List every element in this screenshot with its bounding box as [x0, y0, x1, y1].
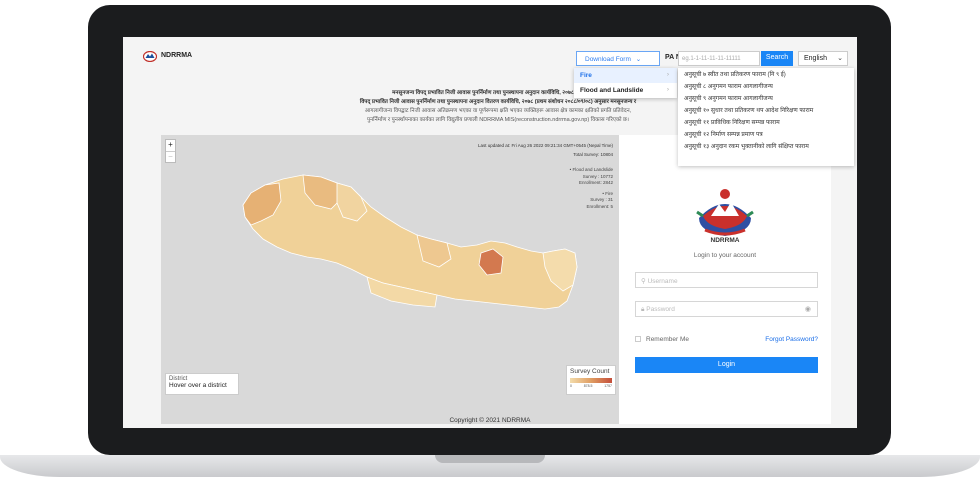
- eye-icon[interactable]: ◉: [805, 305, 811, 313]
- footer-copyright: Copyright © 2021 NDRRMA: [449, 417, 531, 424]
- remember-label: Remember Me: [646, 336, 689, 343]
- brand-name: NDRRMA: [161, 52, 193, 59]
- language-value: English: [804, 55, 827, 62]
- submenu-item[interactable]: अनुसूची ११ प्राविधिक निरिक्षण सम्पन्न फा…: [678, 116, 854, 128]
- map-panel: + − Last updated at: Fri Aug 26 2022 09:…: [161, 135, 619, 424]
- download-submenu: अनुसूची ७ स्वीत तथा प्रतिकरण फाराम (नि ९…: [678, 68, 854, 166]
- download-form-button[interactable]: Download Form ⌄: [576, 51, 660, 66]
- total-survey-text: Total Survey: 10804: [573, 152, 613, 157]
- chevron-down-icon: ⌄: [837, 55, 843, 62]
- fire-enrollment: Enrollment: 5: [586, 203, 613, 209]
- login-panel: NDRRMA Login to your account ⚲ Username …: [619, 135, 831, 424]
- download-form-label: Download Form: [585, 56, 631, 63]
- notice-line: पुनर्निर्माण र पुनर्स्थापनाका कार्यका ला…: [367, 117, 629, 123]
- dropdown-item-label: Fire: [580, 72, 592, 79]
- zoom-out-button[interactable]: −: [166, 151, 175, 162]
- dropdown-item-label: Flood and Landslide: [580, 87, 644, 94]
- username-field[interactable]: ⚲ Username: [635, 272, 818, 288]
- user-icon: ⚲: [641, 278, 648, 285]
- dropdown-item-flood[interactable]: Flood and Landslide ›: [574, 83, 677, 98]
- notice-line: विपद् प्रभावित निजी आवास पुनर्निर्माण तथ…: [359, 99, 637, 105]
- district-info-box: District Hover over a district: [165, 373, 239, 395]
- scale-ticks: 0 878.5 1757: [570, 384, 612, 388]
- scale-tick: 878.5: [583, 384, 593, 388]
- scale-gradient-bar: [570, 378, 612, 383]
- district-value: Hover over a district: [169, 382, 227, 389]
- forgot-password-link[interactable]: Forgot Password?: [765, 336, 818, 343]
- chevron-down-icon: ⌄: [635, 56, 642, 63]
- remember-checkbox[interactable]: [635, 336, 641, 342]
- chevron-right-icon: ›: [666, 71, 669, 78]
- login-subtitle: Login to your account: [693, 252, 757, 259]
- password-placeholder: Password: [646, 306, 675, 313]
- submenu-item[interactable]: अनुसूची १२ निर्माण सम्पन्न प्रमाण पत्र: [678, 128, 854, 140]
- app-screen: NDRRMA Download Form ⌄ PA No eg.1-1-11-1…: [123, 37, 857, 428]
- submenu-item[interactable]: अनुसूची १० सुधार तथा प्रतिकरण थप आदेश नि…: [678, 104, 854, 116]
- hazard-legend: • Flood and Landslide Survey : 10772 Enr…: [570, 167, 613, 210]
- language-select[interactable]: English ⌄: [798, 51, 848, 66]
- search-button[interactable]: Search: [761, 51, 793, 66]
- notice-line: आगलागीजन्य विपद्बाट निजी आवास अतिक्रमण भ…: [364, 108, 632, 114]
- password-field[interactable]: 🔒︎ Password ◉: [635, 301, 818, 317]
- org-name: NDRRMA: [710, 237, 740, 244]
- map-stats: Last updated at: Fri Aug 26 2022 09:21:3…: [478, 141, 613, 159]
- pa-no-input[interactable]: eg.1-1-11-11-11-11111: [678, 51, 760, 66]
- dropdown-item-fire[interactable]: Fire ›: [574, 68, 677, 83]
- scale-tick: 0: [570, 384, 572, 388]
- username-placeholder: Username: [647, 278, 678, 285]
- ndrrma-logo-icon: [143, 51, 157, 62]
- submenu-item[interactable]: अनुसूची १३ अनुदान रकम भुक्तानीको लागि सं…: [678, 140, 854, 152]
- zoom-in-button[interactable]: +: [166, 140, 175, 151]
- submenu-item[interactable]: अनुसूची ७ स्वीत तथा प्रतिकरण फाराम (नि ९…: [678, 68, 854, 80]
- last-updated-text: Last updated at: Fri Aug 26 2022 09:21:3…: [478, 143, 613, 148]
- chevron-right-icon: ›: [666, 86, 669, 93]
- scale-title: Survey Count: [570, 368, 610, 375]
- download-dropdown: Fire › Flood and Landslide ›: [574, 68, 677, 98]
- flood-title: • Flood and Landslide: [569, 167, 613, 172]
- remember-me[interactable]: Remember Me: [635, 336, 689, 343]
- submenu-item[interactable]: अनुसूची ९ अनुगमन फाराम आगलागीजन्य: [678, 92, 854, 104]
- laptop-notch: [435, 455, 545, 463]
- zoom-control: + −: [165, 139, 176, 163]
- nepal-emblem-icon: [696, 189, 754, 236]
- survey-count-scale: Survey Count 0 878.5 1757: [566, 365, 616, 395]
- submenu-item[interactable]: अनुसूची ८ अनुगमन फाराम आगलागीजन्य: [678, 80, 854, 92]
- login-button[interactable]: Login: [635, 357, 818, 373]
- scale-tick: 1757: [604, 384, 612, 388]
